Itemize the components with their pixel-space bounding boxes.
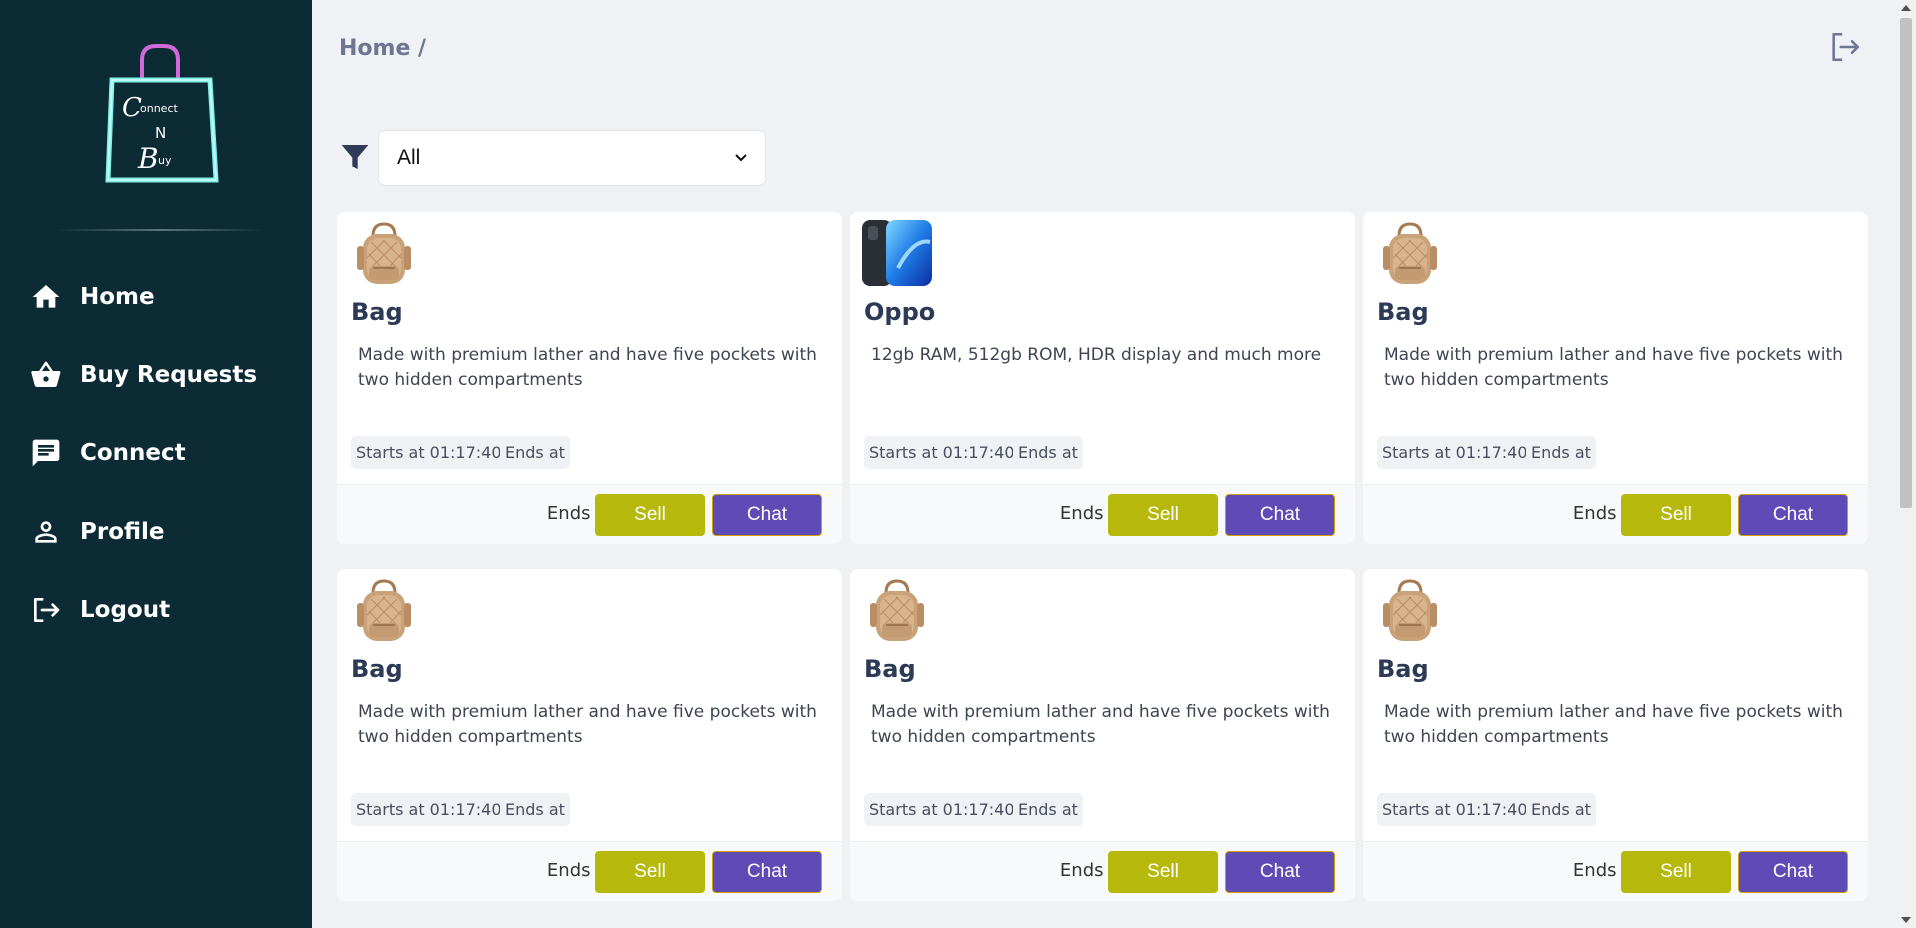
ends-at-badge: Ends at <box>1526 793 1596 826</box>
card-footer: Ends In: Sell Chat <box>1363 484 1868 544</box>
funnel-icon <box>339 141 371 173</box>
sidebar: C onnect N B uy Home Buy Requests Connec… <box>0 0 312 928</box>
chevron-down-icon <box>735 154 747 162</box>
scroll-down-arrow[interactable] <box>1901 917 1911 923</box>
sidebar-item-label: Connect <box>80 440 186 466</box>
header-logout-button[interactable] <box>1828 30 1862 64</box>
sidebar-item-label: Home <box>80 284 155 310</box>
product-image <box>1375 575 1445 645</box>
chat-button[interactable]: Chat <box>1738 851 1848 893</box>
sidebar-item-label: Buy Requests <box>80 362 258 388</box>
product-description: Made with premium lather and have five p… <box>1384 702 1843 747</box>
logout-icon <box>34 598 60 622</box>
starts-at-badge: Starts at 01:17:40 <box>864 793 1020 826</box>
product-title: Bag <box>1377 298 1429 326</box>
product-image <box>349 575 419 645</box>
category-filter-select[interactable]: All <box>378 130 766 186</box>
product-card: Oppo 12gb RAM, 512gb ROM, HDR display an… <box>850 212 1355 544</box>
svg-text:C: C <box>122 93 142 123</box>
scrollbar[interactable] <box>1896 0 1916 928</box>
sidebar-item-profile[interactable]: Profile <box>30 507 290 557</box>
product-title: Bag <box>864 655 916 683</box>
product-description: Made with premium lather and have five p… <box>358 345 817 390</box>
basket-icon <box>31 361 61 387</box>
sidebar-item-logout[interactable]: Logout <box>30 585 290 635</box>
product-description: Made with premium lather and have five p… <box>358 702 817 747</box>
svg-text:onnect: onnect <box>140 102 178 115</box>
sidebar-item-connect[interactable]: Connect <box>30 428 290 478</box>
chat-button[interactable]: Chat <box>1738 494 1848 536</box>
product-title: Oppo <box>864 298 936 326</box>
product-description: Made with premium lather and have five p… <box>871 702 1330 747</box>
chat-bubble-icon <box>32 439 60 467</box>
backpack-icon <box>357 579 411 641</box>
product-card: Bag Made with premium lather and have fi… <box>850 569 1355 901</box>
product-card: Bag Made with premium lather and have fi… <box>337 569 842 901</box>
sidebar-item-label: Profile <box>80 519 165 545</box>
product-title: Bag <box>351 655 403 683</box>
backpack-icon <box>1383 579 1437 641</box>
sidebar-item-home[interactable]: Home <box>30 272 290 322</box>
starts-at-badge: Starts at 01:17:40 <box>351 436 507 469</box>
sidebar-divider <box>56 229 266 231</box>
product-card: Bag Made with premium lather and have fi… <box>1363 212 1868 544</box>
sell-button[interactable]: Sell <box>1621 851 1731 893</box>
svg-text:uy: uy <box>158 154 172 167</box>
card-footer: Ends In: Sell Chat <box>1363 841 1868 901</box>
sell-button[interactable]: Sell <box>1621 494 1731 536</box>
sidebar-item-buy-requests[interactable]: Buy Requests <box>30 350 290 400</box>
product-image <box>862 575 932 645</box>
card-footer: Ends In: Sell Chat <box>337 841 842 901</box>
chat-button[interactable]: Chat <box>712 851 822 893</box>
product-description: 12gb RAM, 512gb ROM, HDR display and muc… <box>871 345 1322 365</box>
product-title: Bag <box>351 298 403 326</box>
ends-at-badge: Ends at <box>1013 793 1083 826</box>
backpack-icon <box>1383 222 1437 284</box>
breadcrumb[interactable]: Home / <box>339 36 426 61</box>
sell-button[interactable]: Sell <box>595 851 705 893</box>
person-icon <box>35 521 57 543</box>
sell-button[interactable]: Sell <box>595 494 705 536</box>
sell-button[interactable]: Sell <box>1108 494 1218 536</box>
product-image <box>1375 218 1445 288</box>
scroll-thumb[interactable] <box>1900 18 1912 508</box>
chat-button[interactable]: Chat <box>1225 494 1335 536</box>
logout-icon <box>1832 32 1860 62</box>
phone-icon <box>862 220 932 286</box>
starts-at-badge: Starts at 01:17:40 <box>1377 793 1533 826</box>
ends-at-badge: Ends at <box>1526 436 1596 469</box>
sell-button[interactable]: Sell <box>1108 851 1218 893</box>
card-footer: Ends In: Sell Chat <box>850 841 1355 901</box>
starts-at-badge: Starts at 01:17:40 <box>1377 436 1533 469</box>
product-image <box>349 218 419 288</box>
home-icon <box>32 285 60 308</box>
backpack-icon <box>357 222 411 284</box>
main-content: Home / All Bag Made with premium lather … <box>312 0 1896 928</box>
ends-at-badge: Ends at <box>500 793 570 826</box>
connect-n-buy-logo[interactable]: C onnect N B uy <box>100 40 224 190</box>
backpack-icon <box>870 579 924 641</box>
chat-button[interactable]: Chat <box>1225 851 1335 893</box>
starts-at-badge: Starts at 01:17:40 <box>351 793 507 826</box>
product-card: Bag Made with premium lather and have fi… <box>337 212 842 544</box>
product-card: Bag Made with premium lather and have fi… <box>1363 569 1868 901</box>
scroll-up-arrow[interactable] <box>1901 5 1911 11</box>
svg-text:B: B <box>137 142 159 175</box>
category-filter-value: All <box>397 146 421 169</box>
svg-text:N: N <box>155 124 166 142</box>
starts-at-badge: Starts at 01:17:40 <box>864 436 1020 469</box>
ends-at-badge: Ends at <box>500 436 570 469</box>
product-image <box>862 218 932 288</box>
product-description: Made with premium lather and have five p… <box>1384 345 1843 390</box>
card-footer: Ends In: Sell Chat <box>850 484 1355 544</box>
card-footer: Ends In: Sell Chat <box>337 484 842 544</box>
sidebar-item-label: Logout <box>80 597 171 623</box>
product-title: Bag <box>1377 655 1429 683</box>
chat-button[interactable]: Chat <box>712 494 822 536</box>
ends-at-badge: Ends at <box>1013 436 1083 469</box>
